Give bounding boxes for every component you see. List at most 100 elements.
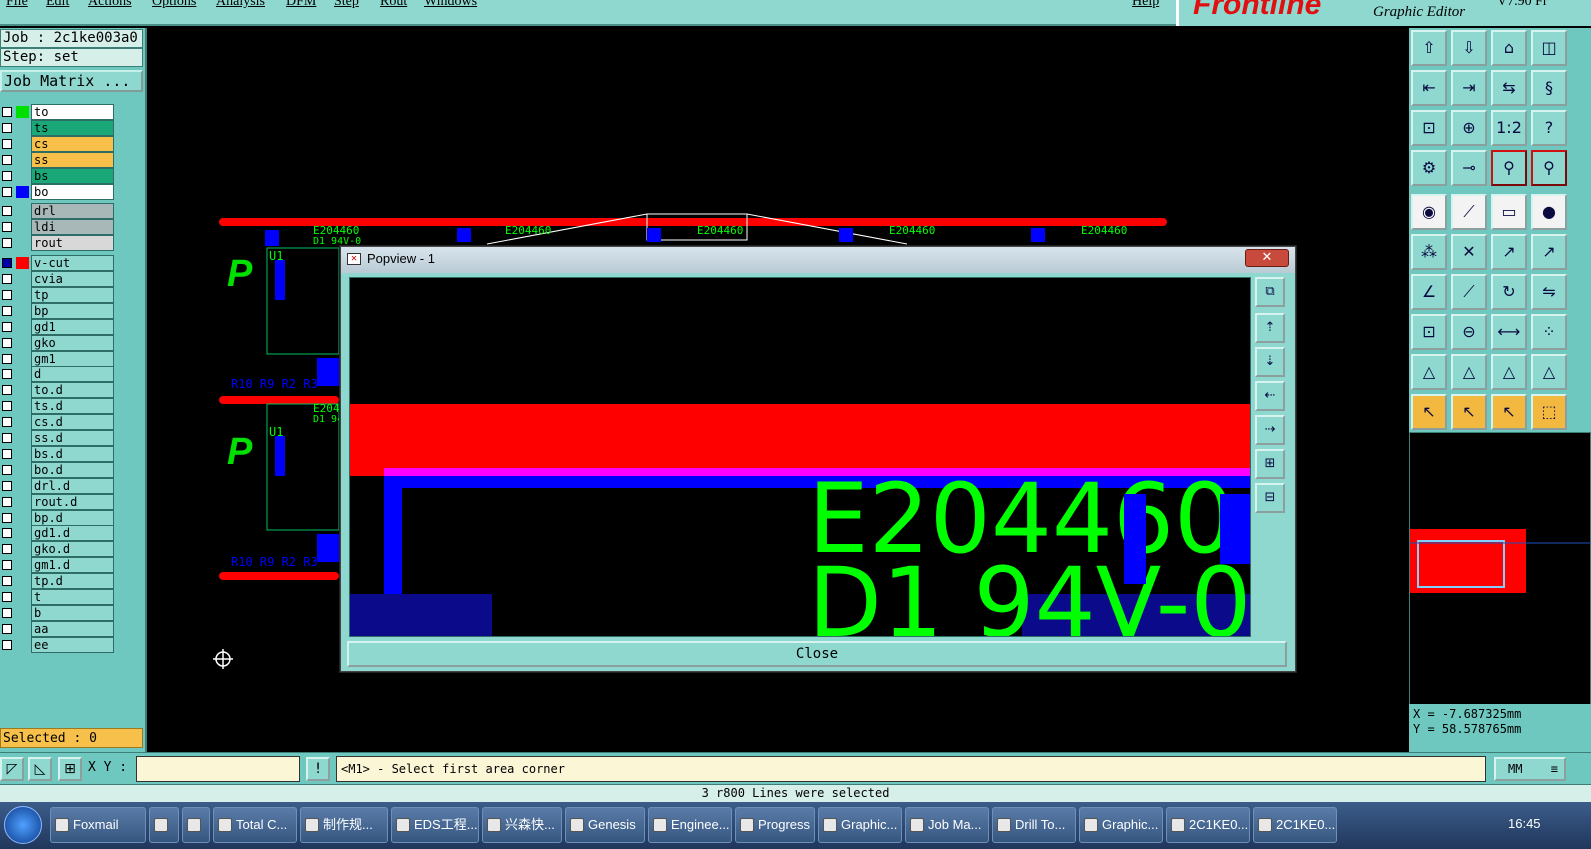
start-button[interactable] — [4, 806, 42, 844]
delete-feature-button[interactable]: ✕ — [1451, 234, 1487, 270]
layer-row-tp-d[interactable]: tp.d — [0, 573, 115, 590]
menu-windows[interactable]: Windows — [424, 0, 477, 10]
save-layer-button[interactable]: ⇧ — [1411, 30, 1447, 66]
popview-zoom-in-button[interactable]: ⊞ — [1255, 449, 1285, 479]
layer-row-aa[interactable]: aa — [0, 620, 115, 637]
taskbar-item[interactable]: 2C1KE0... — [1166, 807, 1250, 843]
layer-row-bp[interactable]: bp — [0, 302, 115, 319]
triangle-1-button[interactable]: △ — [1411, 354, 1447, 390]
ruler-button[interactable]: ▭ — [1491, 194, 1527, 230]
layer-row-v-cut[interactable]: v-cut — [0, 255, 115, 272]
fill-button[interactable]: ● — [1531, 194, 1567, 230]
popview-canvas[interactable]: E204460 D1 94V-0 — [349, 277, 1251, 637]
layer-checkbox[interactable] — [2, 337, 12, 348]
menu-step[interactable]: Step — [334, 0, 359, 10]
zoom-fit-button[interactable]: ⊡ — [1411, 110, 1447, 146]
layer-row-ts[interactable]: ts — [0, 119, 115, 136]
layer-checkbox[interactable] — [2, 496, 12, 507]
cut-line-button[interactable]: ⊖ — [1451, 314, 1487, 350]
layer-checkbox[interactable] — [2, 122, 12, 133]
layer-checkbox[interactable] — [2, 464, 12, 475]
layer-checkbox[interactable] — [2, 401, 12, 412]
triangle-4-button[interactable]: △ — [1531, 354, 1567, 390]
popview-zoom-fit-button[interactable]: ⧉ — [1255, 277, 1285, 307]
layer-checkbox[interactable] — [2, 107, 12, 117]
layer-row-to-d[interactable]: to.d — [0, 382, 115, 399]
layer-row-cvia[interactable]: cvia — [0, 271, 115, 287]
layer-row-gko[interactable]: gko — [0, 334, 115, 351]
layer-row-drl[interactable]: drl — [0, 203, 115, 220]
pan-left-button[interactable]: ⇤ — [1411, 70, 1447, 106]
layer-row-tp[interactable]: tp — [0, 286, 115, 303]
layer-row-bs-d[interactable]: bs.d — [0, 445, 115, 462]
settings-button[interactable]: ⚙ — [1411, 150, 1447, 186]
layer-row-t[interactable]: t — [0, 589, 115, 605]
pan-right-button[interactable]: ⇥ — [1451, 70, 1487, 106]
taskbar-item[interactable]: EDS工程... — [391, 807, 479, 843]
layer-row-bo[interactable]: bo — [0, 183, 115, 200]
layer-row-ss[interactable]: ss — [0, 151, 115, 168]
taskbar-item[interactable] — [182, 807, 210, 843]
layer-checkbox[interactable] — [2, 544, 12, 555]
layer-row-ts-d[interactable]: ts.d — [0, 398, 115, 415]
taskbar-item[interactable]: Progress — [735, 807, 815, 843]
menu-options[interactable]: Options — [152, 0, 196, 10]
zoom-ratio-button[interactable]: ⇆ — [1491, 70, 1527, 106]
layer-checkbox[interactable] — [2, 170, 12, 181]
taskbar-item[interactable] — [149, 807, 179, 843]
popview-zoom-out-button[interactable]: ⊟ — [1255, 483, 1285, 513]
slash-line-button[interactable]: ⟋ — [1451, 274, 1487, 310]
layer-checkbox[interactable] — [2, 222, 12, 233]
taskbar-item[interactable]: Graphic... — [1079, 807, 1163, 843]
draw-line-button[interactable]: ⟋ — [1451, 194, 1487, 230]
layer-checkbox[interactable] — [2, 274, 12, 284]
measure-button[interactable]: ⟷ — [1491, 314, 1527, 350]
unit-selector[interactable]: MM ≡ — [1494, 757, 1566, 781]
layer-row-ss-d[interactable]: ss.d — [0, 430, 115, 446]
layer-checkbox[interactable] — [2, 154, 12, 165]
flip-button[interactable]: ⇋ — [1531, 274, 1567, 310]
menu-edit[interactable]: Edit — [46, 0, 69, 10]
cluster-button[interactable]: ⁘ — [1531, 314, 1567, 350]
layer-checkbox[interactable] — [2, 448, 12, 459]
net-select-2-button[interactable]: ⚲ — [1531, 150, 1567, 186]
taskbar-item[interactable]: Total C... — [213, 807, 297, 843]
taskbar-item[interactable]: Foxmail — [50, 807, 146, 843]
load-layer-button[interactable]: ⇩ — [1451, 30, 1487, 66]
move-point-button[interactable]: ↗ — [1491, 234, 1527, 270]
layer-row-bo-d[interactable]: bo.d — [0, 461, 115, 478]
layer-checkbox[interactable] — [2, 639, 12, 650]
add-pad-button[interactable]: ⊡ — [1411, 314, 1447, 350]
layer-checkbox[interactable] — [2, 186, 12, 197]
layer-checkbox[interactable] — [2, 385, 12, 396]
layer-row-gm1-d[interactable]: gm1.d — [0, 557, 115, 574]
layer-row-gko-d[interactable]: gko.d — [0, 541, 115, 558]
layer-checkbox[interactable] — [2, 607, 12, 618]
net-select-button[interactable]: ⚲ — [1491, 150, 1527, 186]
layer-checkbox[interactable] — [2, 623, 12, 634]
layer-checkbox[interactable] — [2, 206, 12, 217]
layer-row-d[interactable]: d — [0, 366, 115, 383]
snap-button[interactable]: ◸ — [0, 757, 24, 781]
layer-row-ldi[interactable]: ldi — [0, 219, 115, 236]
probe-button[interactable]: ⊸ — [1451, 150, 1487, 186]
layer-row-gd1[interactable]: gd1 — [0, 318, 115, 335]
layer-row-to[interactable]: to — [0, 104, 115, 120]
layer-row-bs[interactable]: bs — [0, 167, 115, 184]
select-circle-button[interactable]: ↖ — [1491, 394, 1527, 430]
alert-button[interactable]: ! — [306, 757, 330, 781]
layer-checkbox[interactable] — [2, 138, 12, 149]
layer-checkbox[interactable] — [2, 417, 12, 428]
ratio-button[interactable]: 1:2 — [1491, 110, 1527, 146]
layer-row-rout-d[interactable]: rout.d — [0, 493, 115, 510]
taskbar-item[interactable]: Enginee... — [648, 807, 732, 843]
taskbar-item[interactable]: 制作规... — [300, 807, 388, 843]
popview-pan-left-button[interactable]: ⇠ — [1255, 381, 1285, 411]
popview-pan-right-button[interactable]: ⇢ — [1255, 415, 1285, 445]
layer-checkbox[interactable] — [2, 369, 12, 380]
layer-row-ee[interactable]: ee — [0, 636, 115, 653]
menu-dfm[interactable]: DFM — [286, 0, 316, 10]
taskbar-item[interactable]: Job Ma... — [905, 807, 989, 843]
layer-row-cs-d[interactable]: cs.d — [0, 414, 115, 431]
route-tool-button[interactable]: § — [1531, 70, 1567, 106]
